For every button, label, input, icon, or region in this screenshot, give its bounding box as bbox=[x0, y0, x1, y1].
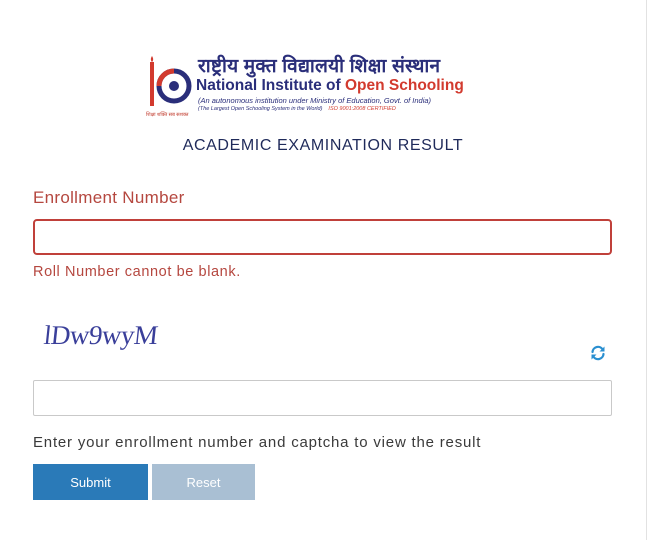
reset-button[interactable]: Reset bbox=[152, 464, 255, 500]
result-page: शिक्षा शक्ति सब सशक्त राष्ट्रीय मुक्त वि… bbox=[0, 0, 650, 540]
logo-caption: शिक्षा शक्ति सब सशक्त bbox=[146, 112, 189, 118]
logo-tagline-text: (The Largest Open Schooling System in th… bbox=[198, 106, 323, 112]
logo-subtitle: (An autonomous institution under Ministr… bbox=[198, 96, 432, 105]
logo-hindi-title: राष्ट्रीय मुक्त विद्यालयी शिक्षा संस्थान bbox=[198, 56, 441, 77]
enrollment-input[interactable] bbox=[33, 219, 612, 255]
iso-certification: ISO 9001:2008 CERTIFIED bbox=[328, 106, 396, 112]
enrollment-error: Roll Number cannot be blank. bbox=[33, 264, 241, 280]
page-border bbox=[646, 0, 647, 540]
logo-english-accent: Open Schooling bbox=[344, 77, 464, 94]
logo-english-title: National Institute of Open Schooling bbox=[196, 77, 464, 95]
help-text: Enter your enrollment number and captcha… bbox=[33, 434, 482, 451]
logo-tagline: (The Largest Open Schooling System in th… bbox=[198, 106, 396, 112]
nios-emblem-icon bbox=[150, 56, 192, 106]
submit-button[interactable]: Submit bbox=[33, 464, 148, 500]
nios-logo: शिक्षा शक्ति सब सशक्त राष्ट्रीय मुक्त वि… bbox=[146, 50, 498, 120]
enrollment-label: Enrollment Number bbox=[33, 188, 185, 207]
logo-english-main: National Institute of bbox=[196, 77, 345, 94]
captcha-input[interactable] bbox=[33, 380, 612, 416]
refresh-captcha-icon[interactable] bbox=[589, 344, 607, 362]
page-title: ACADEMIC EXAMINATION RESULT bbox=[182, 137, 464, 154]
captcha-image: lDw9wyM bbox=[42, 320, 160, 350]
